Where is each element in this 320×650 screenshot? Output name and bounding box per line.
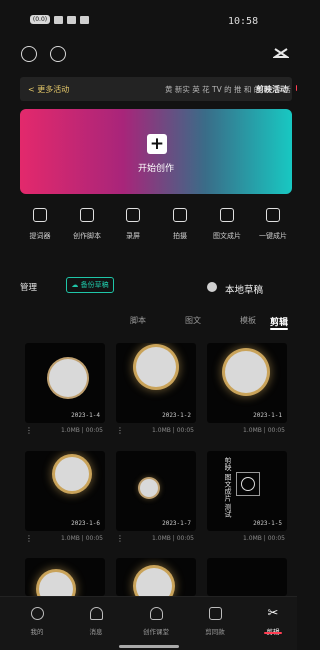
start-creating-label: 开始创作 bbox=[137, 164, 174, 174]
draft-card[interactable] bbox=[25, 558, 105, 596]
screen-record-icon bbox=[126, 208, 140, 222]
chevron-down-icon[interactable] bbox=[207, 282, 217, 292]
activity-tag: 剪映活动 bbox=[256, 85, 288, 94]
nav-school[interactable]: 创作课堂 bbox=[133, 607, 179, 636]
status-icons: (0.0) bbox=[30, 15, 89, 24]
draft-thumbnail bbox=[207, 558, 287, 596]
nav-active-indicator bbox=[264, 632, 282, 634]
nav-messages[interactable]: 消息 bbox=[73, 607, 119, 636]
draft-meta: ⋮ 1.0MB | 00:05 bbox=[116, 426, 194, 435]
draft-thumbnail: 2023-1-7 bbox=[116, 451, 196, 531]
nav-template[interactable]: 剪同款 bbox=[192, 607, 238, 636]
draft-meta: ⋮ 1.0MB | 00:05 bbox=[116, 534, 194, 543]
bell-icon bbox=[89, 607, 103, 620]
tool-script[interactable]: 创作脚本 bbox=[64, 208, 110, 248]
nav-label: 我的 bbox=[30, 628, 44, 636]
template-icon bbox=[208, 607, 222, 620]
draft-card[interactable]: 剪映 图文成片 测试 2023-1-5 1.0MB | 00:05 bbox=[207, 451, 287, 545]
draft-meta: ⋮ 1.0MB | 00:05 bbox=[25, 426, 103, 435]
activity-badge-icon bbox=[296, 85, 297, 91]
tool-one-click[interactable]: 一键成片 bbox=[250, 208, 296, 248]
draft-thumbnail bbox=[116, 558, 196, 596]
start-creating-button[interactable]: + 开始创作 bbox=[20, 109, 292, 194]
wifi-icon bbox=[67, 15, 76, 24]
tab-script[interactable]: 脚本 bbox=[130, 315, 146, 326]
draft-caption: 2023-1-2 bbox=[162, 412, 191, 419]
nav-label: 剪同款 bbox=[205, 628, 225, 636]
draft-caption: 2023-1-6 bbox=[71, 520, 100, 527]
scissors-icon: ✂ bbox=[267, 606, 279, 621]
nav-label: 创作课堂 bbox=[143, 628, 169, 636]
more-activities-link[interactable]: < 更多活动 bbox=[28, 84, 69, 95]
profile-icon bbox=[30, 607, 44, 620]
tab-edit[interactable]: 剪辑 bbox=[270, 315, 288, 328]
local-drafts-title: 本地草稿 bbox=[225, 285, 264, 296]
draft-card[interactable]: 2023-1-7 ⋮ 1.0MB | 00:05 bbox=[116, 451, 196, 545]
one-click-icon bbox=[266, 208, 280, 222]
status-time: 10:58 bbox=[228, 16, 259, 27]
draft-thumbnail: 2023-1-6 bbox=[25, 451, 105, 531]
draft-thumbnail bbox=[25, 558, 105, 596]
tool-label: 创作脚本 bbox=[73, 232, 101, 240]
school-icon bbox=[149, 607, 163, 620]
tab-template[interactable]: 模板 bbox=[240, 315, 256, 326]
battery-icon: (0.0) bbox=[30, 15, 50, 24]
draft-meta: ⋮ 1.0MB | 00:05 bbox=[25, 534, 103, 543]
manage-button[interactable]: 管理 bbox=[20, 281, 37, 293]
tool-camera[interactable]: 拍摄 bbox=[157, 208, 203, 248]
nav-profile[interactable]: 我的 bbox=[14, 607, 60, 636]
cloud-backup-button[interactable]: ☁ 备份草稿 bbox=[66, 277, 114, 293]
nav-label: 消息 bbox=[89, 628, 103, 636]
draft-meta: 1.0MB | 00:05 bbox=[243, 535, 285, 542]
settings-icon[interactable] bbox=[21, 46, 37, 62]
tool-label: 录屏 bbox=[126, 232, 140, 240]
draft-card[interactable]: 2023-1-1 1.0MB | 00:05 bbox=[207, 343, 287, 437]
draft-thumbnail: 2023-1-2 bbox=[116, 343, 196, 423]
draft-card[interactable]: 2023-1-4 ⋮ 1.0MB | 00:05 bbox=[25, 343, 105, 437]
draft-caption: 2023-1-4 bbox=[71, 412, 100, 419]
tool-label: 一键成片 bbox=[259, 232, 287, 240]
draft-caption: 2023-1-7 bbox=[162, 520, 191, 527]
activity-banner[interactable]: < 更多活动 黄 新实 英 花 TV 的 推 和 的 我 手 活 剪映活动 bbox=[20, 77, 297, 101]
draft-thumbnail: 剪映 图文成片 测试 2023-1-5 bbox=[207, 451, 287, 531]
draft-thumbnail: 2023-1-1 bbox=[207, 343, 287, 423]
draft-card[interactable] bbox=[116, 558, 196, 596]
tool-teleprompter[interactable]: 提词器 bbox=[17, 208, 63, 248]
draft-card[interactable] bbox=[207, 558, 287, 596]
signal-icon bbox=[54, 15, 63, 24]
draft-caption: 2023-1-5 bbox=[253, 520, 282, 527]
status-bar: (0.0) 10:58 bbox=[0, 0, 297, 34]
no-icon bbox=[241, 477, 255, 491]
home-indicator[interactable] bbox=[119, 645, 179, 648]
draft-card[interactable]: 2023-1-2 ⋮ 1.0MB | 00:05 bbox=[116, 343, 196, 437]
teleprompter-icon bbox=[33, 208, 47, 222]
script-icon bbox=[80, 208, 94, 222]
tool-label: 提词器 bbox=[29, 232, 51, 240]
draft-meta: 1.0MB | 00:05 bbox=[243, 427, 285, 434]
active-tab-indicator bbox=[270, 328, 288, 330]
camera-icon bbox=[173, 208, 187, 222]
plus-icon: + bbox=[147, 134, 167, 154]
nav-label: 剪辑 bbox=[250, 626, 296, 636]
capcut-logo-icon bbox=[273, 48, 289, 58]
text-to-video-icon bbox=[220, 208, 234, 222]
draft-caption: 2023-1-1 bbox=[253, 412, 282, 419]
doc-thumb-text: 剪映 图文成片 测试 bbox=[224, 457, 232, 518]
bottom-nav: ✂ 剪辑 剪同款 创作课堂 消息 我的 bbox=[0, 596, 297, 650]
alarm-icon bbox=[80, 15, 89, 24]
draft-thumbnail: 2023-1-4 bbox=[25, 343, 105, 423]
tool-label: 图文成片 bbox=[213, 232, 241, 240]
help-icon[interactable] bbox=[50, 46, 66, 62]
app-screen: (0.0) 10:58 < 更多活动 黄 新实 英 花 TV 的 推 和 的 我… bbox=[0, 0, 297, 650]
tool-text-to-video[interactable]: 图文成片 bbox=[204, 208, 250, 248]
tool-screen-record[interactable]: 录屏 bbox=[110, 208, 156, 248]
draft-card[interactable]: 2023-1-6 ⋮ 1.0MB | 00:05 bbox=[25, 451, 105, 545]
tab-image-text[interactable]: 图文 bbox=[185, 315, 201, 326]
tool-label: 拍摄 bbox=[173, 232, 187, 240]
